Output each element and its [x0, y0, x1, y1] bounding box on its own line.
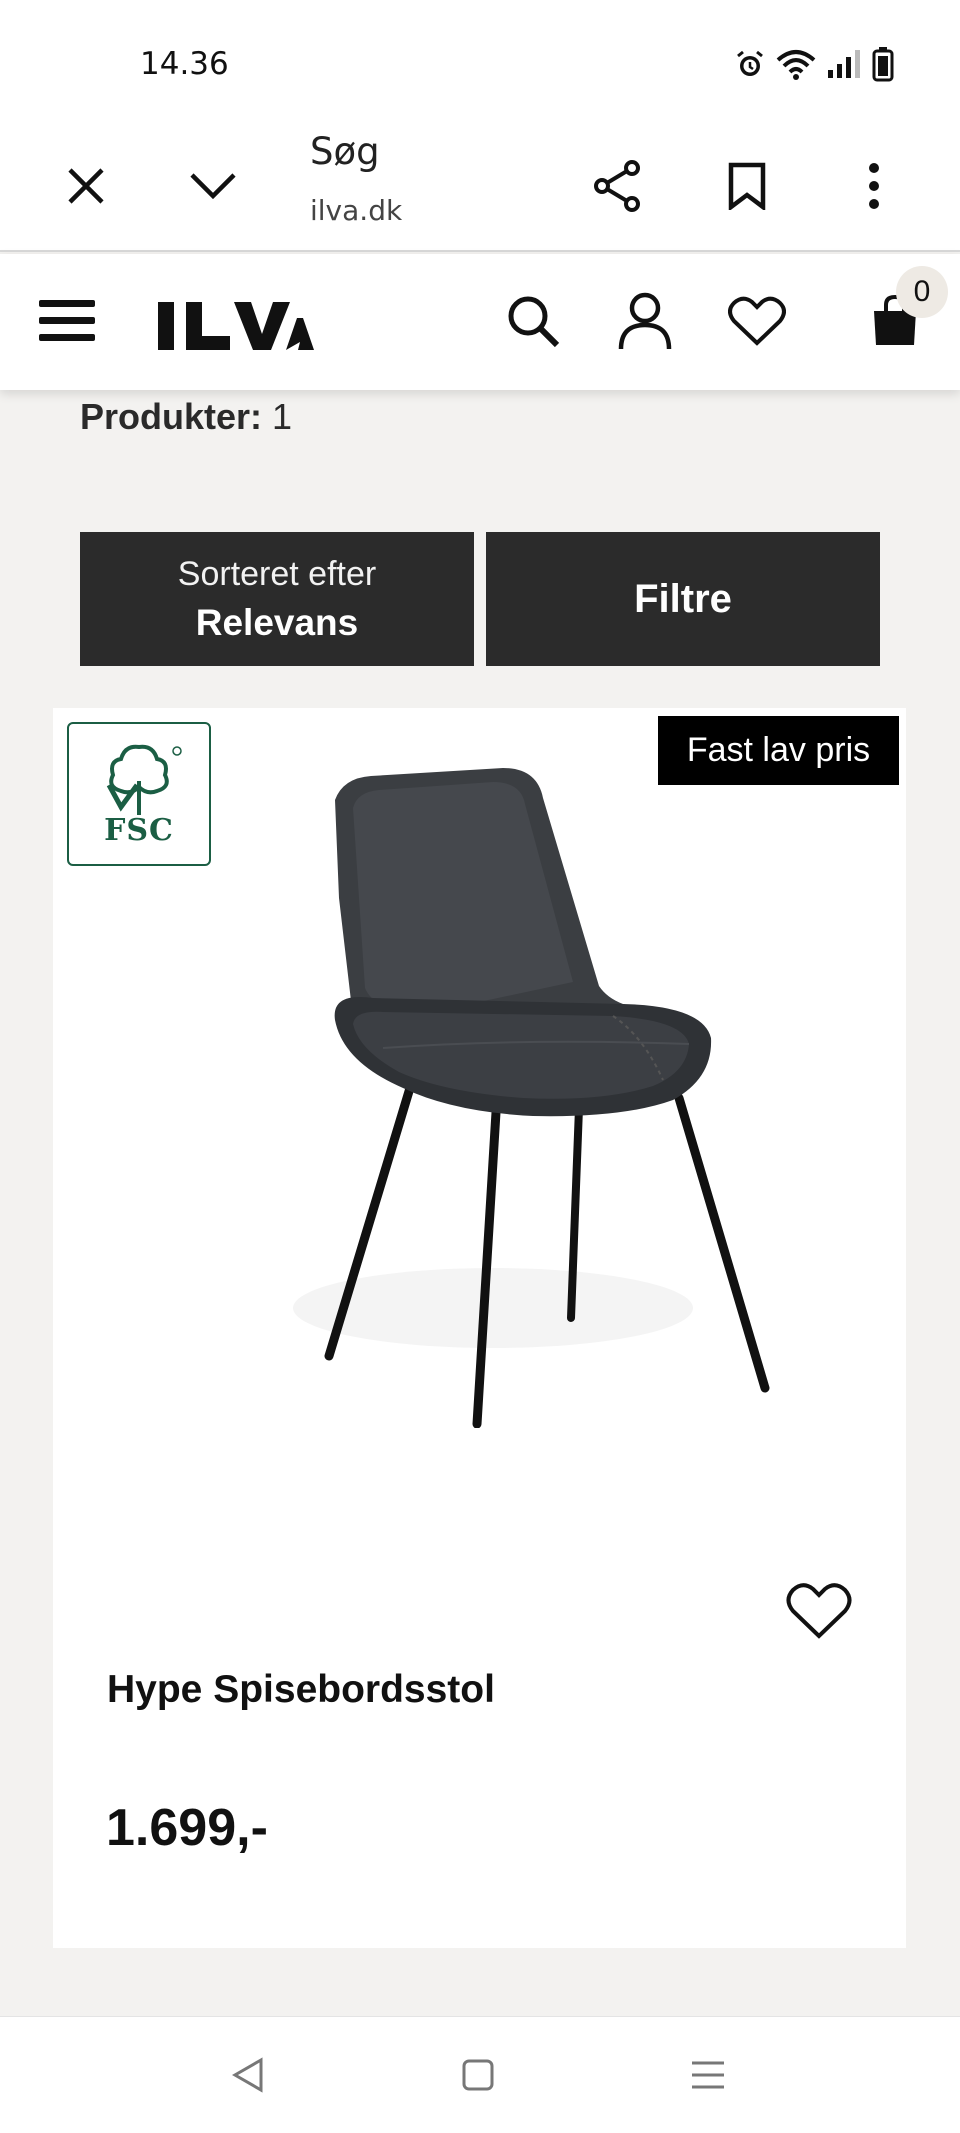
sort-value: Relevans: [195, 601, 359, 643]
minimize-tab-button[interactable]: [181, 154, 245, 218]
recents-menu-icon: [692, 2061, 724, 2089]
back-triangle-icon: [231, 2057, 263, 2093]
alarm-icon: [737, 50, 763, 76]
wifi-icon: [776, 50, 816, 80]
fsc-text: FSC: [104, 812, 174, 848]
battery-icon: [872, 47, 894, 82]
user-icon: [618, 292, 672, 350]
share-icon: [594, 160, 640, 212]
filter-button[interactable]: Filtre: [486, 532, 880, 666]
product-price: 1.699,-: [106, 1799, 268, 1857]
fsc-certification-badge: FSC: [67, 722, 211, 866]
filter-label: Filtre: [634, 576, 732, 621]
close-icon: [68, 168, 104, 204]
browser-url[interactable]: ilva.dk: [310, 194, 402, 227]
more-options-button[interactable]: [842, 154, 906, 218]
browser-toolbar: [0, 120, 960, 252]
android-nav-bar: [0, 2016, 960, 2133]
signal-icon: [828, 50, 860, 78]
home-button[interactable]: [450, 2047, 506, 2103]
share-button[interactable]: [585, 154, 649, 218]
product-count-label: Produkter:: [80, 396, 263, 437]
status-bar: 14.36: [0, 0, 960, 120]
search-icon: [508, 296, 560, 348]
sort-button[interactable]: Sorteret efter Relevans: [80, 532, 474, 666]
ilva-logo-mark: [158, 302, 314, 350]
close-tab-button[interactable]: [54, 154, 118, 218]
recents-button[interactable]: [680, 2047, 736, 2103]
product-image[interactable]: [203, 748, 803, 1428]
browser-title: Søg: [310, 130, 380, 173]
status-icons: [734, 46, 894, 82]
hamburger-icon: [39, 300, 95, 341]
product-card[interactable]: FSC Fast lav pris Hype Spisebordsstol 1.…: [53, 708, 906, 1948]
product-name[interactable]: Hype Spisebordsstol: [107, 1668, 495, 1712]
product-count: Produkter: 1: [80, 396, 292, 438]
product-count-value: 1: [272, 396, 293, 437]
fsc-tree-icon: [106, 744, 182, 815]
site-header: [0, 254, 960, 390]
wishlist-button[interactable]: [724, 288, 790, 354]
chevron-down-icon: [190, 173, 236, 200]
sort-caption: Sorteret efter: [177, 554, 377, 593]
heart-icon: [786, 1583, 852, 1639]
menu-button[interactable]: [34, 288, 100, 354]
cart-count-badge: 0: [896, 266, 948, 318]
search-button[interactable]: [500, 288, 566, 354]
home-square-icon: [462, 2059, 494, 2091]
ilva-logo[interactable]: [156, 298, 316, 354]
bookmark-icon: [728, 162, 766, 210]
status-time: 14.36: [140, 46, 229, 82]
more-vertical-icon: [869, 163, 879, 209]
account-button[interactable]: [612, 288, 678, 354]
back-button[interactable]: [220, 2047, 276, 2103]
add-to-wishlist-button[interactable]: [783, 1578, 855, 1644]
heart-icon: [728, 296, 786, 346]
bookmark-button[interactable]: [715, 154, 779, 218]
